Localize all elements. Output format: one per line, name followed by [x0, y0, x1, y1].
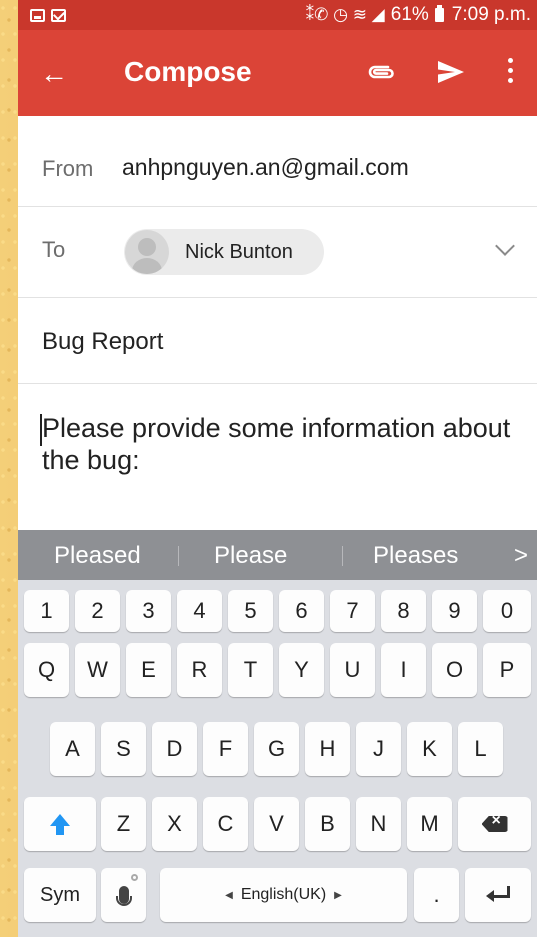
key-g[interactable]: G: [254, 722, 299, 776]
image-notification-icon: [30, 8, 45, 22]
status-bar: ⁑✆ ◷ ≋ ◢ 61% 7:09 p.m.: [18, 0, 537, 30]
key-q[interactable]: Q: [24, 643, 69, 697]
key-m[interactable]: M: [407, 797, 452, 851]
suggestion-divider: [178, 546, 179, 566]
suggestion-2[interactable]: Please: [214, 542, 287, 570]
more-vertical-icon[interactable]: [506, 58, 514, 88]
key-z[interactable]: Z: [101, 797, 146, 851]
space-language-label: English(UK): [240, 886, 327, 903]
language-right-icon: ▶: [334, 889, 342, 901]
key-h[interactable]: H: [305, 722, 350, 776]
key-a[interactable]: A: [50, 722, 95, 776]
chevron-right-icon[interactable]: >: [514, 542, 528, 570]
suggestion-divider: [342, 546, 343, 566]
key-3[interactable]: 3: [126, 590, 171, 632]
compose-toolbar: ← Compose: [18, 30, 537, 116]
suggestion-3[interactable]: Pleases: [373, 542, 458, 570]
key-r[interactable]: R: [177, 643, 222, 697]
key-u[interactable]: U: [330, 643, 375, 697]
backspace-key[interactable]: [458, 797, 531, 851]
to-label: To: [42, 237, 66, 262]
key-k[interactable]: K: [407, 722, 452, 776]
key-x[interactable]: X: [152, 797, 197, 851]
key-d[interactable]: D: [152, 722, 197, 776]
key-j[interactable]: J: [356, 722, 401, 776]
enter-icon: [486, 886, 510, 904]
phone-screen: ⁑✆ ◷ ≋ ◢ 61% 7:09 p.m. ← Compose From an…: [18, 0, 537, 937]
space-key[interactable]: ◀ English(UK) ▶: [160, 868, 407, 922]
key-2[interactable]: 2: [75, 590, 120, 632]
paperclip-icon[interactable]: [366, 61, 396, 83]
suggestion-1[interactable]: Pleased: [54, 542, 141, 570]
key-w[interactable]: W: [75, 643, 120, 697]
key-v[interactable]: V: [254, 797, 299, 851]
send-icon[interactable]: [436, 57, 466, 87]
key-c[interactable]: C: [203, 797, 248, 851]
key-f[interactable]: F: [203, 722, 248, 776]
key-4[interactable]: 4: [177, 590, 222, 632]
key-0[interactable]: 0: [483, 590, 531, 632]
period-key[interactable]: .: [414, 868, 459, 922]
key-8[interactable]: 8: [381, 590, 426, 632]
recipient-chip[interactable]: Nick Bunton: [124, 229, 324, 275]
body-input[interactable]: Please provide some information about th…: [42, 412, 512, 476]
key-o[interactable]: O: [432, 643, 477, 697]
key-p[interactable]: P: [483, 643, 531, 697]
backspace-icon: [481, 816, 508, 832]
shift-key[interactable]: [24, 797, 96, 851]
subject-field[interactable]: Bug Report: [18, 298, 537, 384]
microphone-icon: [115, 886, 132, 906]
language-left-icon: ◀: [225, 889, 233, 901]
shift-arrow-icon: [50, 814, 70, 835]
subject-input[interactable]: Bug Report: [42, 328, 163, 356]
key-b[interactable]: B: [305, 797, 350, 851]
voice-input-key[interactable]: [101, 868, 146, 922]
status-time: 7:09 p.m.: [451, 4, 531, 25]
key-y[interactable]: Y: [279, 643, 324, 697]
key-e[interactable]: E: [126, 643, 171, 697]
avatar: [125, 230, 169, 274]
from-value[interactable]: anhpnguyen.an@gmail.com: [122, 154, 409, 181]
key-9[interactable]: 9: [432, 590, 477, 632]
settings-dot-icon: [131, 874, 138, 881]
key-6[interactable]: 6: [279, 590, 324, 632]
mail-notification-icon: [51, 8, 66, 22]
to-field[interactable]: To Nick Bunton: [18, 207, 537, 298]
key-n[interactable]: N: [356, 797, 401, 851]
key-1[interactable]: 1: [24, 590, 69, 632]
sym-key[interactable]: Sym: [24, 868, 96, 922]
key-7[interactable]: 7: [330, 590, 375, 632]
from-label: From: [42, 156, 94, 181]
battery-icon: [434, 5, 444, 22]
key-5[interactable]: 5: [228, 590, 273, 632]
key-l[interactable]: L: [458, 722, 503, 776]
recipient-name: Nick Bunton: [185, 240, 293, 263]
from-field[interactable]: From anhpnguyen.an@gmail.com: [18, 116, 537, 207]
page-title: Compose: [124, 56, 252, 87]
status-icons: ⁑✆ ◷ ≋ ◢: [305, 5, 385, 24]
arrow-left-icon[interactable]: ←: [40, 60, 68, 88]
key-t[interactable]: T: [228, 643, 273, 697]
chevron-down-icon[interactable]: [495, 236, 515, 256]
keyboard: 1 2 3 4 5 6 7 8 9 0 Q W E R T Y U I O P …: [18, 580, 537, 937]
key-i[interactable]: I: [381, 643, 426, 697]
enter-key[interactable]: [465, 868, 531, 922]
suggestion-bar: Pleased Please Pleases >: [18, 530, 537, 580]
key-s[interactable]: S: [101, 722, 146, 776]
battery-percent: 61%: [390, 4, 429, 25]
